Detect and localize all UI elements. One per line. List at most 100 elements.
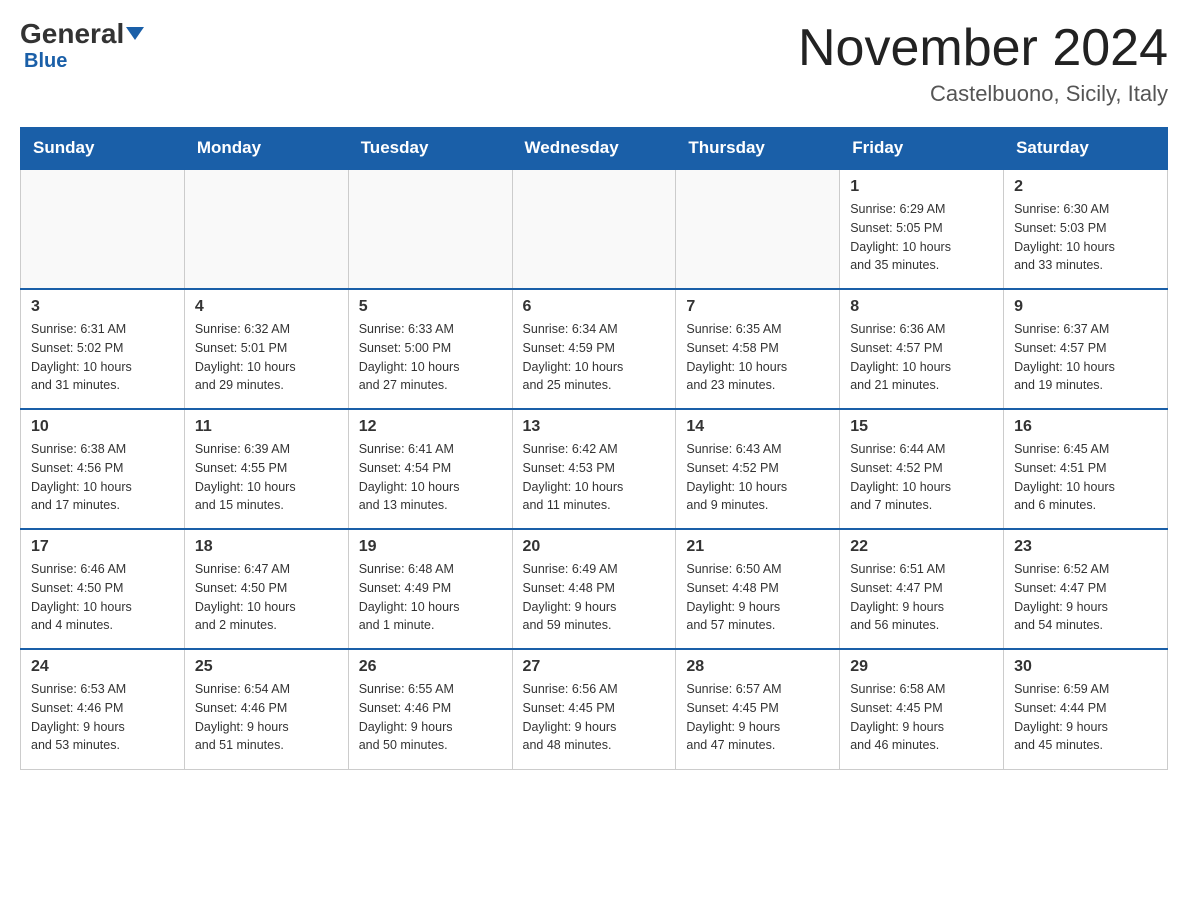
day-number: 28 [686, 658, 829, 676]
calendar-cell: 21 Sunrise: 6:50 AMSunset: 4:48 PMDayligh… [676, 529, 840, 649]
calendar-week-row: 17 Sunrise: 6:46 AMSunset: 4:50 PMDayligh… [21, 529, 1168, 649]
calendar-header-sunday: Sunday [21, 128, 185, 170]
calendar-cell: 10 Sunrise: 6:38 AMSunset: 4:56 PMDayligh… [21, 409, 185, 529]
calendar-header-monday: Monday [184, 128, 348, 170]
day-info: Sunrise: 6:46 AMSunset: 4:50 PMDaylight:… [31, 560, 174, 635]
logo: General Blue [20, 20, 144, 73]
day-number: 11 [195, 418, 338, 436]
day-info: Sunrise: 6:39 AMSunset: 4:55 PMDaylight:… [195, 440, 338, 515]
day-info: Sunrise: 6:30 AMSunset: 5:03 PMDaylight:… [1014, 200, 1157, 275]
day-info: Sunrise: 6:32 AMSunset: 5:01 PMDaylight:… [195, 320, 338, 395]
day-number: 7 [686, 298, 829, 316]
day-number: 21 [686, 538, 829, 556]
calendar-week-row: 1 Sunrise: 6:29 AMSunset: 5:05 PMDaylight… [21, 169, 1168, 289]
calendar-cell: 19 Sunrise: 6:48 AMSunset: 4:49 PMDayligh… [348, 529, 512, 649]
day-info: Sunrise: 6:37 AMSunset: 4:57 PMDaylight:… [1014, 320, 1157, 395]
calendar-cell: 3 Sunrise: 6:31 AMSunset: 5:02 PMDaylight… [21, 289, 185, 409]
day-number: 27 [523, 658, 666, 676]
day-info: Sunrise: 6:49 AMSunset: 4:48 PMDaylight:… [523, 560, 666, 635]
day-number: 16 [1014, 418, 1157, 436]
day-number: 26 [359, 658, 502, 676]
calendar-cell: 22Sunrise: 6:51 AMSunset: 4:47 PMDayligh… [840, 529, 1004, 649]
calendar-cell: 27 Sunrise: 6:56 AMSunset: 4:45 PMDayligh… [512, 649, 676, 769]
day-info: Sunrise: 6:38 AMSunset: 4:56 PMDaylight:… [31, 440, 174, 515]
day-number: 12 [359, 418, 502, 436]
day-info: Sunrise: 6:44 AMSunset: 4:52 PMDaylight:… [850, 440, 993, 515]
day-number: 4 [195, 298, 338, 316]
day-number: 17 [31, 538, 174, 556]
calendar-cell [676, 169, 840, 289]
calendar-cell: 17 Sunrise: 6:46 AMSunset: 4:50 PMDayligh… [21, 529, 185, 649]
calendar-cell: 6 Sunrise: 6:34 AMSunset: 4:59 PMDaylight… [512, 289, 676, 409]
day-number: 24 [31, 658, 174, 676]
calendar-week-row: 24 Sunrise: 6:53 AMSunset: 4:46 PMDayligh… [21, 649, 1168, 769]
calendar-week-row: 3 Sunrise: 6:31 AMSunset: 5:02 PMDaylight… [21, 289, 1168, 409]
day-info: Sunrise: 6:45 AMSunset: 4:51 PMDaylight:… [1014, 440, 1157, 515]
calendar-cell: 1 Sunrise: 6:29 AMSunset: 5:05 PMDaylight… [840, 169, 1004, 289]
calendar-header-thursday: Thursday [676, 128, 840, 170]
day-info: Sunrise: 6:55 AMSunset: 4:46 PMDaylight:… [359, 680, 502, 755]
day-number: 9 [1014, 298, 1157, 316]
day-info: Sunrise: 6:51 AMSunset: 4:47 PMDaylight:… [850, 560, 993, 635]
day-number: 1 [850, 178, 993, 196]
calendar-table: SundayMondayTuesdayWednesdayThursdayFrid… [20, 127, 1168, 770]
calendar-cell: 29 Sunrise: 6:58 AMSunset: 4:45 PMDayligh… [840, 649, 1004, 769]
calendar-cell: 26 Sunrise: 6:55 AMSunset: 4:46 PMDayligh… [348, 649, 512, 769]
day-number: 29 [850, 658, 993, 676]
day-info: Sunrise: 6:31 AMSunset: 5:02 PMDaylight:… [31, 320, 174, 395]
day-info: Sunrise: 6:34 AMSunset: 4:59 PMDaylight:… [523, 320, 666, 395]
day-info: Sunrise: 6:58 AMSunset: 4:45 PMDaylight:… [850, 680, 993, 755]
day-number: 3 [31, 298, 174, 316]
logo-blue-text: Blue [20, 50, 67, 73]
day-info: Sunrise: 6:35 AMSunset: 4:58 PMDaylight:… [686, 320, 829, 395]
calendar-cell [21, 169, 185, 289]
calendar-cell [512, 169, 676, 289]
calendar-cell [184, 169, 348, 289]
day-info: Sunrise: 6:48 AMSunset: 4:49 PMDaylight:… [359, 560, 502, 635]
calendar-cell: 5 Sunrise: 6:33 AMSunset: 5:00 PMDaylight… [348, 289, 512, 409]
calendar-cell: 9 Sunrise: 6:37 AMSunset: 4:57 PMDaylight… [1004, 289, 1168, 409]
day-number: 18 [195, 538, 338, 556]
calendar-cell: 12 Sunrise: 6:41 AMSunset: 4:54 PMDayligh… [348, 409, 512, 529]
day-number: 6 [523, 298, 666, 316]
day-info: Sunrise: 6:54 AMSunset: 4:46 PMDaylight:… [195, 680, 338, 755]
day-info: Sunrise: 6:43 AMSunset: 4:52 PMDaylight:… [686, 440, 829, 515]
day-info: Sunrise: 6:33 AMSunset: 5:00 PMDaylight:… [359, 320, 502, 395]
day-info: Sunrise: 6:50 AMSunset: 4:48 PMDaylight:… [686, 560, 829, 635]
calendar-cell: 2 Sunrise: 6:30 AMSunset: 5:03 PMDaylight… [1004, 169, 1168, 289]
day-number: 2 [1014, 178, 1157, 196]
calendar-cell: 13 Sunrise: 6:42 AMSunset: 4:53 PMDayligh… [512, 409, 676, 529]
page-header: General Blue November 2024 Castelbuono, … [20, 20, 1168, 107]
calendar-cell: 11 Sunrise: 6:39 AMSunset: 4:55 PMDayligh… [184, 409, 348, 529]
calendar-cell [348, 169, 512, 289]
day-number: 5 [359, 298, 502, 316]
day-number: 23 [1014, 538, 1157, 556]
calendar-header-tuesday: Tuesday [348, 128, 512, 170]
day-info: Sunrise: 6:36 AMSunset: 4:57 PMDaylight:… [850, 320, 993, 395]
day-info: Sunrise: 6:59 AMSunset: 4:44 PMDaylight:… [1014, 680, 1157, 755]
day-number: 13 [523, 418, 666, 436]
day-number: 25 [195, 658, 338, 676]
calendar-cell: 7 Sunrise: 6:35 AMSunset: 4:58 PMDaylight… [676, 289, 840, 409]
calendar-cell: 24 Sunrise: 6:53 AMSunset: 4:46 PMDayligh… [21, 649, 185, 769]
day-number: 10 [31, 418, 174, 436]
calendar-cell: 20 Sunrise: 6:49 AMSunset: 4:48 PMDayligh… [512, 529, 676, 649]
day-info: Sunrise: 6:29 AMSunset: 5:05 PMDaylight:… [850, 200, 993, 275]
day-info: Sunrise: 6:41 AMSunset: 4:54 PMDaylight:… [359, 440, 502, 515]
calendar-cell: 15Sunrise: 6:44 AMSunset: 4:52 PMDayligh… [840, 409, 1004, 529]
day-number: 20 [523, 538, 666, 556]
title-block: November 2024 Castelbuono, Sicily, Italy [798, 20, 1168, 107]
day-info: Sunrise: 6:56 AMSunset: 4:45 PMDaylight:… [523, 680, 666, 755]
day-info: Sunrise: 6:53 AMSunset: 4:46 PMDaylight:… [31, 680, 174, 755]
calendar-header-saturday: Saturday [1004, 128, 1168, 170]
calendar-cell: 4 Sunrise: 6:32 AMSunset: 5:01 PMDaylight… [184, 289, 348, 409]
day-info: Sunrise: 6:52 AMSunset: 4:47 PMDaylight:… [1014, 560, 1157, 635]
calendar-cell: 30 Sunrise: 6:59 AMSunset: 4:44 PMDayligh… [1004, 649, 1168, 769]
calendar-cell: 8Sunrise: 6:36 AMSunset: 4:57 PMDaylight… [840, 289, 1004, 409]
month-title: November 2024 [798, 20, 1168, 77]
day-info: Sunrise: 6:42 AMSunset: 4:53 PMDaylight:… [523, 440, 666, 515]
location-title: Castelbuono, Sicily, Italy [798, 81, 1168, 107]
calendar-cell: 23 Sunrise: 6:52 AMSunset: 4:47 PMDayligh… [1004, 529, 1168, 649]
day-number: 30 [1014, 658, 1157, 676]
day-number: 19 [359, 538, 502, 556]
